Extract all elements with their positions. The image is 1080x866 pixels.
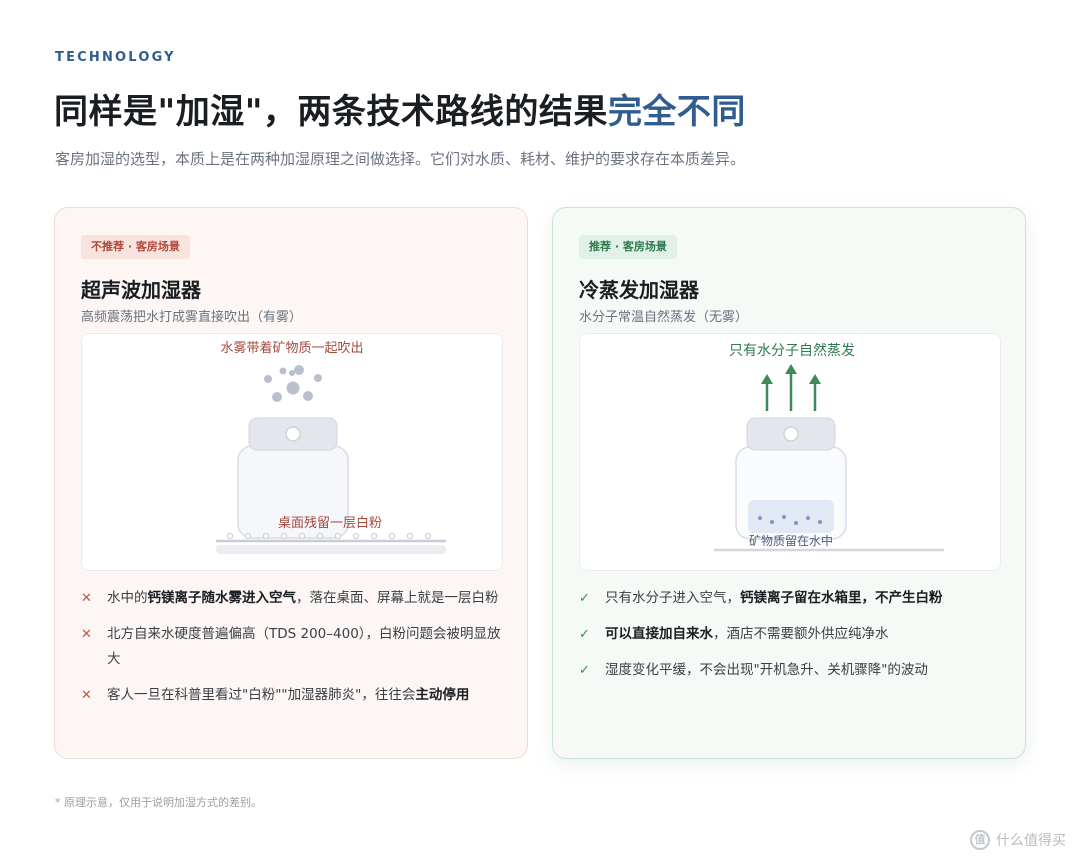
watermark-text: 什么值得买 <box>996 833 1066 849</box>
list-item-text: 客人一旦在科普里看过"白粉""加湿器肺炎"，往往会 <box>107 687 416 703</box>
eyebrow-label: TECHNOLOGY <box>55 50 176 65</box>
evaporative-diagram: 只有水分子自然蒸发 矿物质留在水中 <box>714 342 944 552</box>
ultrasonic-illustration: 水雾带着矿物质一起吹出 桌面残留一层白粉 <box>81 333 503 571</box>
zhi-logo-icon: 值 <box>970 830 990 850</box>
list-item: ✕ 北方自来水硬度普遍偏高（TDS 200–400），白粉问题会被明显放大 <box>81 622 509 672</box>
cross-icon: ✕ <box>81 591 92 606</box>
evaporative-card: 推荐 · 客房场景 冷蒸发加湿器 水分子常温自然蒸发（无雾） 只有水分子自然蒸发 <box>552 207 1026 759</box>
list-item-bold: 钙镁离子留在水箱里，不产生白粉 <box>740 590 943 606</box>
evaporative-pros-list: ✓ 只有水分子进入空气，钙镁离子留在水箱里，不产生白粉 ✓ 可以直接加自来水，酒店不… <box>579 586 1007 694</box>
recommended-badge: 推荐 · 客房场景 <box>579 235 677 259</box>
list-item-text: ，酒店不需要额外供应纯净水 <box>713 626 889 642</box>
check-icon: ✓ <box>579 663 590 678</box>
page-subtitle: 客房加湿的选型，本质上是在两种加湿原理之间做选择。它们对水质、耗材、维护的要求存… <box>55 150 746 168</box>
page-title-main: 同样是"加湿"，两条技术路线的结果 <box>54 92 608 132</box>
list-item-text: 只有水分子进入空气， <box>605 590 740 606</box>
list-item-bold: 钙镁离子随水雾进入空气 <box>147 590 297 606</box>
page: TECHNOLOGY 同样是"加湿"，两条技术路线的结果完全不同 客房加湿的选型… <box>0 0 1080 866</box>
vapor-arrows <box>761 364 821 411</box>
evaporative-illustration: 只有水分子自然蒸发 矿物质留在水中 <box>579 333 1001 571</box>
evaporation-label: 只有水分子自然蒸发 <box>729 342 855 359</box>
desk-surface <box>216 545 446 554</box>
list-item: ✓ 湿度变化平缓，不会出现"开机急升、关机骤降"的波动 <box>579 658 1007 683</box>
ultrasonic-desc: 高频震荡把水打成雾直接吹出（有雾） <box>81 310 303 325</box>
watermark: 值 什么值得买 <box>970 830 1066 850</box>
not-recommended-badge: 不推荐 · 客房场景 <box>81 235 190 259</box>
residue-label: 桌面残留一层白粉 <box>278 515 382 531</box>
evaporative-title: 冷蒸发加湿器 <box>579 278 699 302</box>
page-title: 同样是"加湿"，两条技术路线的结果完全不同 <box>54 84 746 133</box>
check-icon: ✓ <box>579 627 590 642</box>
mist-label: 水雾带着矿物质一起吹出 <box>220 340 363 356</box>
list-item-text: ，落在桌面、屏幕上就是一层白粉 <box>296 590 499 606</box>
mist-particles <box>264 365 322 402</box>
ultrasonic-cons-list: ✕ 水中的钙镁离子随水雾进入空气，落在桌面、屏幕上就是一层白粉 ✕ 北方自来水硬度普… <box>81 586 509 719</box>
list-item-text: 水中的 <box>107 590 148 606</box>
evaporative-desc: 水分子常温自然蒸发（无雾） <box>579 310 749 325</box>
ultrasonic-diagram: 水雾带着矿物质一起吹出 桌面残留一层白粉 <box>216 340 446 554</box>
ultrasonic-title: 超声波加湿器 <box>81 278 201 302</box>
page-title-accent: 完全不同 <box>607 92 746 132</box>
list-item: ✓ 可以直接加自来水，酒店不需要额外供应纯净水 <box>579 622 1007 647</box>
list-item-bold: 主动停用 <box>415 687 470 703</box>
cross-icon: ✕ <box>81 688 92 703</box>
cross-icon: ✕ <box>81 627 92 642</box>
ultrasonic-card: 不推荐 · 客房场景 超声波加湿器 高频震荡把水打成雾直接吹出（有雾） 水雾带着… <box>54 207 528 759</box>
list-item-text: 北方自来水硬度普遍偏高（TDS 200–400），白粉问题会被明显放大 <box>107 626 501 667</box>
mist-nozzle-icon <box>285 426 301 442</box>
list-item-text: 湿度变化平缓，不会出现"开机急升、关机骤降"的波动 <box>605 662 928 678</box>
list-item-bold: 可以直接加自来水 <box>605 626 713 642</box>
check-icon: ✓ <box>579 591 590 606</box>
mineral-label: 矿物质留在水中 <box>749 533 833 548</box>
vent-icon <box>783 426 799 442</box>
list-item: ✕ 客人一旦在科普里看过"白粉""加湿器肺炎"，往往会主动停用 <box>81 683 509 708</box>
list-item: ✓ 只有水分子进入空气，钙镁离子留在水箱里，不产生白粉 <box>579 586 1007 611</box>
list-item: ✕ 水中的钙镁离子随水雾进入空气，落在桌面、屏幕上就是一层白粉 <box>81 586 509 611</box>
footnote: * 原理示意，仅用于说明加湿方式的差别。 <box>55 796 262 809</box>
